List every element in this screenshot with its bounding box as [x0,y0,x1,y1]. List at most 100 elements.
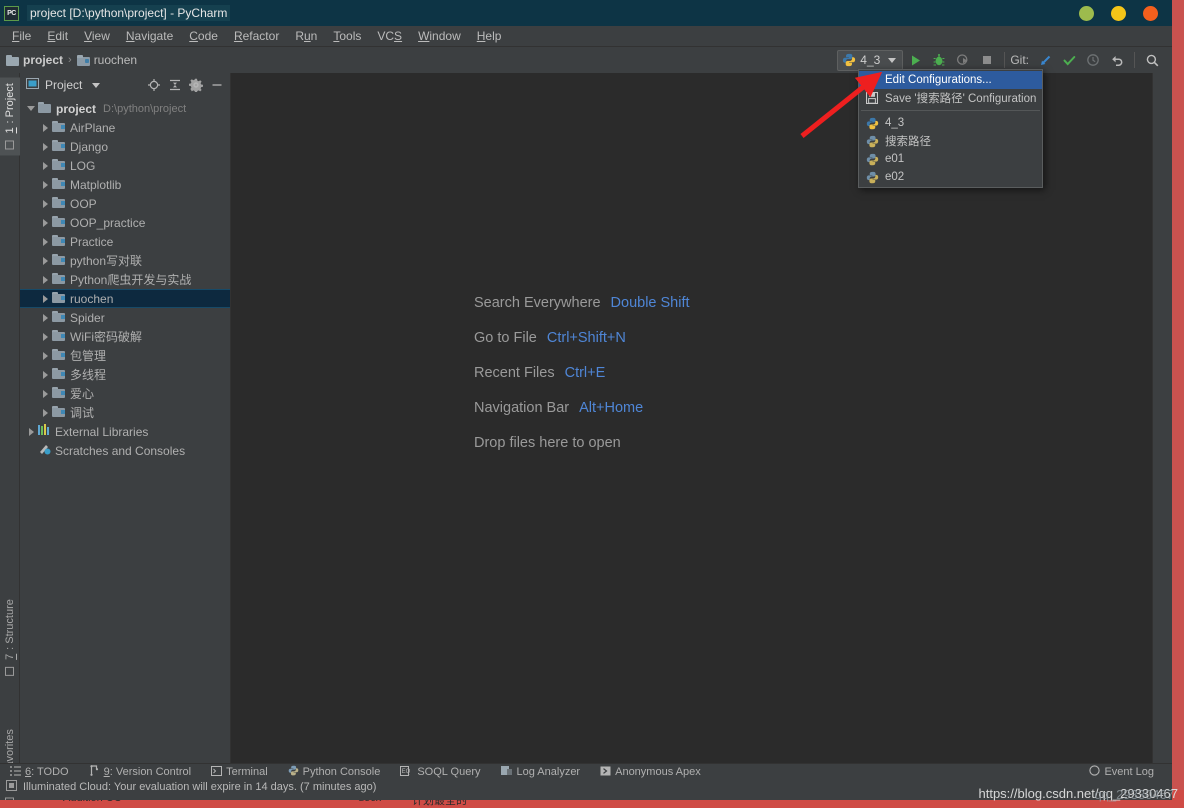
breadcrumb-item-project[interactable]: project [6,53,63,67]
tree-expander-icon[interactable] [38,251,52,270]
tree-node[interactable]: Matplotlib [20,175,230,194]
tree-node[interactable]: 包管理 [20,346,230,365]
tree-expander-icon[interactable] [38,289,52,308]
tree-expander-icon[interactable] [38,270,52,289]
right-tool-strip [1152,73,1172,763]
tree-node[interactable]: Practice [20,232,230,251]
tree-expander-icon[interactable] [24,422,38,441]
locate-icon[interactable] [144,76,163,95]
tree-node-label: Practice [70,234,114,249]
status-bar-right: Event Log [1079,765,1172,779]
tree-node[interactable]: AirPlane [20,118,230,137]
watermark: https://blog.csdn.net/qq_29330467 qq_293… [979,786,1179,802]
event-log-button[interactable]: Event Log [1079,765,1164,779]
status-bar: 6: TODO 9: Version Control Terminal Python … [0,763,1172,780]
menu-tools[interactable]: Tools [325,27,369,45]
minimize-button[interactable] [1079,5,1094,21]
menu-item-edit-configurations[interactable]: Edit Configurations... [859,71,1042,89]
menu-window[interactable]: Window [410,27,469,45]
maximize-button[interactable] [1111,5,1126,21]
status-item-soqlquery[interactable]: EQ SOQL Query [390,765,490,779]
menu-file[interactable]: File [4,27,39,45]
menu-refactor[interactable]: Refactor [226,27,287,45]
search-icon[interactable] [1140,48,1164,72]
tool-tab-project[interactable]: 1: Project [0,77,20,156]
tree-node[interactable]: python写对联 [20,251,230,270]
editor-hint-list: Search Everywhere Double Shift Go to File C… [474,295,690,470]
tree-expander-icon[interactable] [38,365,52,384]
tree-expander-icon[interactable] [38,403,52,422]
status-item-label: Anonymous Apex [615,766,701,778]
tree-expander-icon[interactable] [38,384,52,403]
tree-expander-icon[interactable] [24,99,38,118]
menu-help[interactable]: Help [469,27,510,45]
tree-node[interactable]: project D:\python\project [20,99,230,118]
tree-expander-icon[interactable] [38,232,52,251]
menu-code[interactable]: Code [181,27,226,45]
breadcrumb-item-ruochen[interactable]: ruochen [76,53,137,67]
tree-node[interactable]: OOP [20,194,230,213]
menu-navigate[interactable]: Navigate [118,27,181,45]
status-item-todo[interactable]: 6: TODO [0,765,79,779]
tree-node[interactable]: 多线程 [20,365,230,384]
tree-node-selected[interactable]: ruochen [20,289,230,308]
menu-item-config-0[interactable]: 4_3 [859,114,1042,132]
chevron-down-icon[interactable] [92,82,101,88]
tool-tab-structure[interactable]: 7: Structure [0,593,20,682]
tree-node[interactable]: Spider [20,308,230,327]
status-item-label: Python Console [302,766,381,778]
menu-item-config-1[interactable]: 搜索路径 [859,132,1042,150]
menu-item-config-2[interactable]: e01 [859,150,1042,168]
status-item-terminal[interactable]: Terminal [201,765,278,779]
close-button[interactable] [1143,5,1158,21]
run-configuration-selector[interactable]: 4_3 [837,49,904,71]
tree-node[interactable]: External Libraries [20,422,230,441]
menu-run[interactable]: Run [287,27,325,45]
tree-expander-icon[interactable] [38,175,52,194]
menu-edit[interactable]: Edit [39,27,76,45]
tree-expander-icon[interactable] [38,194,52,213]
menu-item-label: e01 [885,153,905,165]
menu-item-config-3[interactable]: e02 [859,168,1042,186]
tree-expander-icon[interactable] [38,118,52,137]
status-item-pythonconsole[interactable]: Python Console [278,765,391,779]
hint-action: Recent Files [474,365,555,381]
tree-expander-icon[interactable] [38,137,52,156]
tree-expander-icon[interactable] [38,213,52,232]
hide-panel-icon[interactable] [207,76,226,95]
tree-expander-icon[interactable] [38,308,52,327]
tree-expander-icon[interactable] [38,327,52,346]
git-rollback-button[interactable] [1105,48,1129,72]
menu-view[interactable]: View [76,27,118,45]
tree-node[interactable]: LOG [20,156,230,175]
tree-expander-icon[interactable] [38,346,52,365]
tree-node[interactable]: Python爬虫开发与实战 [20,270,230,289]
run-configurations-dropdown[interactable]: Edit Configurations... Save '搜索路径' Confi… [858,69,1043,188]
tree-node[interactable]: 爱心 [20,384,230,403]
hint-shortcut: Alt+Home [579,400,644,416]
tree-node[interactable]: WiFi密码破解 [20,327,230,346]
folder-icon [52,139,66,154]
collapse-all-icon[interactable] [165,76,184,95]
project-tree[interactable]: project D:\python\project AirPlane Django LO… [20,97,230,763]
status-item-versioncontrol[interactable]: 9: Version Control [79,765,201,779]
tree-expander-icon[interactable] [38,156,52,175]
folder-icon [6,54,19,66]
tree-node[interactable]: OOP_practice [20,213,230,232]
menu-item-save-configuration[interactable]: Save '搜索路径' Configuration [859,89,1042,107]
tree-node[interactable]: 调试 [20,403,230,422]
tree-node-label: Spider [70,310,105,325]
status-item-loganalyzer[interactable]: Log Analyzer [491,765,591,779]
tree-node[interactable]: Django [20,137,230,156]
tree-node-label: OOP [70,196,97,211]
library-icon [38,424,51,439]
menu-item-label: Edit Configurations... [885,74,992,86]
git-commit-button[interactable] [1057,48,1081,72]
tree-node-label: ruochen [70,291,114,306]
message-text: Illuminated Cloud: Your evaluation will … [23,780,377,793]
menu-vcs[interactable]: VCS [369,27,410,45]
menu-separator [861,110,1040,111]
tree-node[interactable]: Scratches and Consoles [20,441,230,460]
settings-gear-icon[interactable] [186,76,205,95]
status-item-anonymousapex[interactable]: Anonymous Apex [590,766,711,779]
